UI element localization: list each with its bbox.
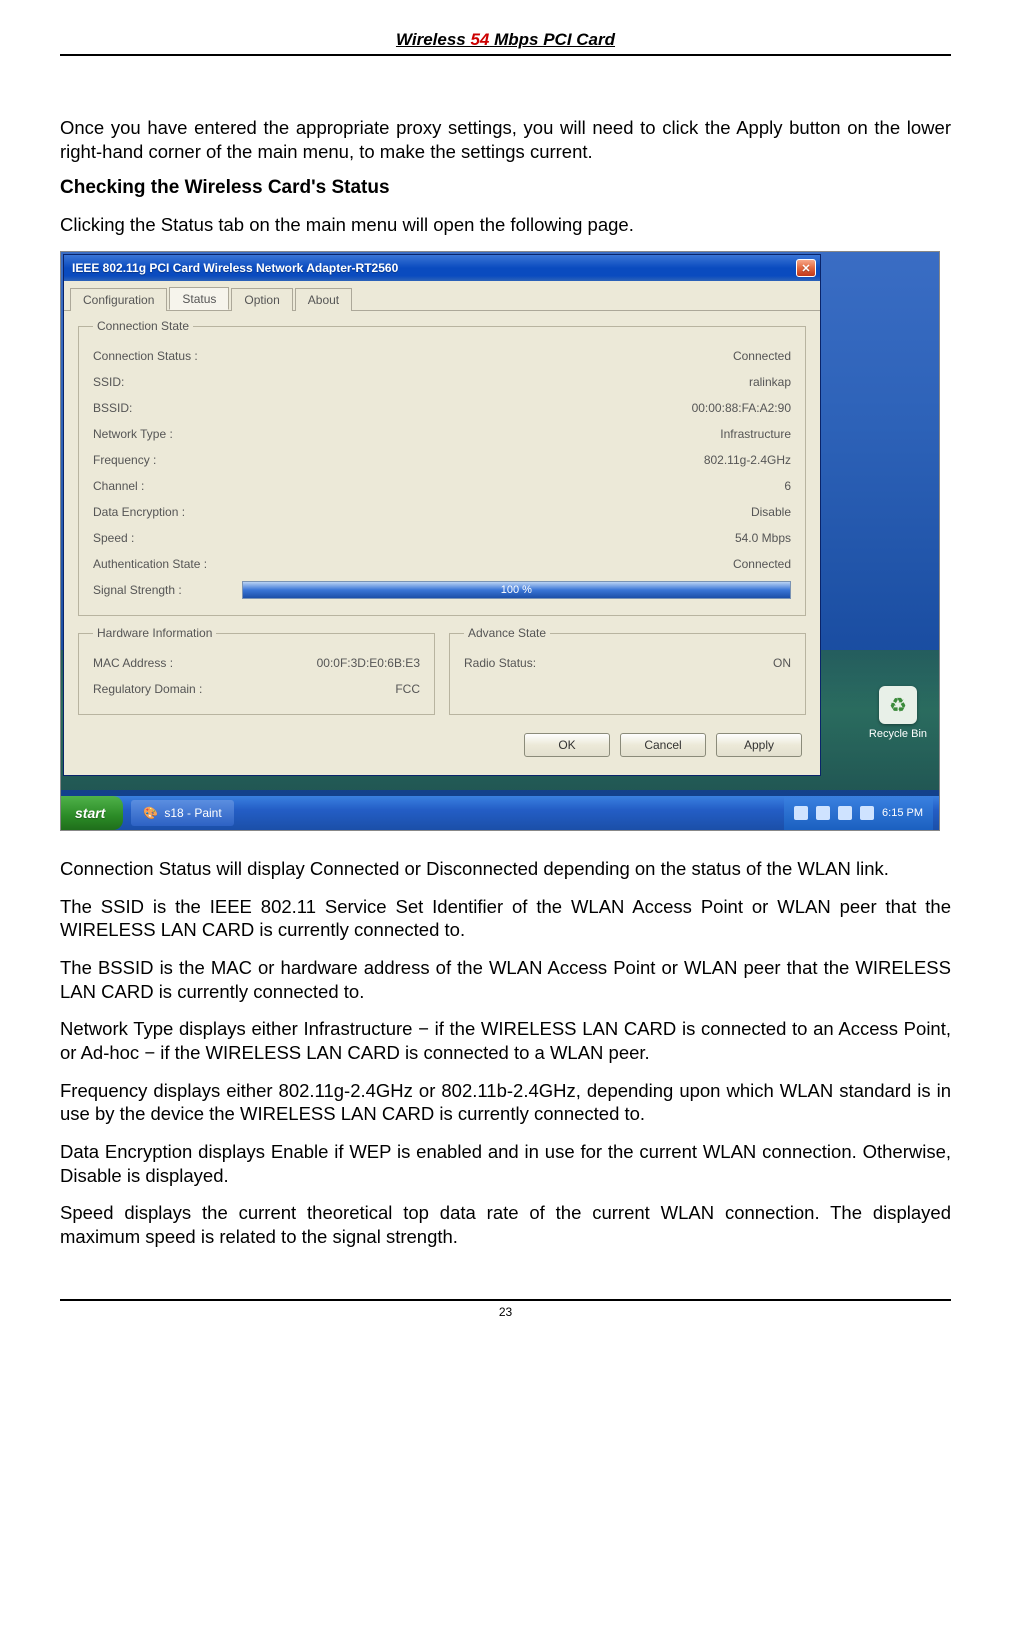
cancel-button[interactable]: Cancel: [620, 733, 706, 757]
status-row: BSSID: 00:00:88:FA:A2:90: [93, 395, 791, 421]
dialog-button-row: OK Cancel Apply: [78, 725, 806, 761]
tray-icon[interactable]: [794, 806, 808, 820]
status-label: SSID:: [93, 375, 124, 389]
status-label: Data Encryption :: [93, 505, 185, 519]
status-row: Data Encryption : Disable: [93, 499, 791, 525]
hardware-label: MAC Address :: [93, 656, 173, 670]
status-dialog: IEEE 802.11g PCI Card Wireless Network A…: [63, 254, 821, 776]
tab-about[interactable]: About: [295, 288, 352, 311]
signal-strength-row: Signal Strength : 100 %: [93, 577, 791, 603]
hardware-value: 00:0F:3D:E0:6B:E3: [317, 656, 420, 670]
advance-row: Radio Status: ON: [464, 650, 791, 676]
status-row: Speed : 54.0 Mbps: [93, 525, 791, 551]
status-value: 6: [784, 479, 791, 493]
status-row: Network Type : Infrastructure: [93, 421, 791, 447]
advance-state-group: Advance State Radio Status:ON ..: [449, 626, 806, 715]
status-value: Connected: [733, 557, 791, 571]
hardware-info-legend: Hardware Information: [93, 626, 216, 640]
signal-strength-bar: 100 %: [242, 581, 791, 599]
system-tray[interactable]: 6:15 PM: [784, 796, 933, 830]
start-button[interactable]: start: [61, 796, 123, 830]
status-value: Connected: [733, 349, 791, 363]
recycle-bin-label: Recycle Bin: [869, 728, 927, 740]
paragraph-3: Connection Status will display Connected…: [60, 857, 951, 881]
status-value: 54.0 Mbps: [735, 531, 791, 545]
tab-configuration[interactable]: Configuration: [70, 288, 167, 311]
advance-value: ON: [773, 656, 791, 670]
paint-icon: 🎨: [143, 806, 158, 820]
status-row: Connection Status : Connected: [93, 343, 791, 369]
recycle-bin[interactable]: ♻ Recycle Bin: [869, 686, 927, 740]
header-54: 54: [470, 30, 489, 49]
dialog-title: IEEE 802.11g PCI Card Wireless Network A…: [72, 261, 398, 275]
status-value: Infrastructure: [720, 427, 791, 441]
document-footer: 23: [60, 1299, 951, 1319]
tray-icon[interactable]: [860, 806, 874, 820]
status-panel: Connection State Connection Status :Conn…: [64, 311, 820, 775]
tab-option[interactable]: Option: [231, 288, 292, 311]
status-label: Channel :: [93, 479, 144, 493]
taskbar-item-label: s18 - Paint: [164, 806, 221, 820]
status-value: 00:00:88:FA:A2:90: [692, 401, 791, 415]
status-label: Frequency :: [93, 453, 156, 467]
paragraph-5: The BSSID is the MAC or hardware address…: [60, 956, 951, 1003]
screenshot-figure: ♻ Recycle Bin IEEE 802.11g PCI Card Wire…: [60, 251, 940, 831]
advance-state-legend: Advance State: [464, 626, 550, 640]
dialog-titlebar[interactable]: IEEE 802.11g PCI Card Wireless Network A…: [64, 255, 820, 281]
status-row: SSID: ralinkap: [93, 369, 791, 395]
paragraph-7: Frequency displays either 802.11g-2.4GHz…: [60, 1079, 951, 1126]
tray-icon[interactable]: [838, 806, 852, 820]
paragraph-9: Speed displays the current theoretical t…: [60, 1201, 951, 1248]
tray-icon[interactable]: [816, 806, 830, 820]
status-label: BSSID:: [93, 401, 132, 415]
paragraph-8: Data Encryption displays Enable if WEP i…: [60, 1140, 951, 1187]
status-label: Speed :: [93, 531, 134, 545]
close-button[interactable]: ✕: [796, 259, 816, 277]
tab-bar: Configuration Status Option About: [64, 281, 820, 311]
paragraph-6: Network Type displays either Infrastruct…: [60, 1017, 951, 1064]
status-value: ralinkap: [749, 375, 791, 389]
hardware-row: MAC Address : 00:0F:3D:E0:6B:E3: [93, 650, 420, 676]
signal-strength-value: 100 %: [501, 584, 532, 596]
status-value: Disable: [751, 505, 791, 519]
advance-label: Radio Status:: [464, 656, 536, 670]
recycle-bin-icon: ♻: [879, 686, 917, 724]
header-pre: Wireless: [396, 30, 471, 49]
ok-button[interactable]: OK: [524, 733, 610, 757]
paragraph-1: Once you have entered the appropriate pr…: [60, 116, 951, 163]
connection-state-legend: Connection State: [93, 319, 193, 333]
header-post: Mbps PCI Card: [489, 30, 615, 49]
connection-state-group: Connection State Connection Status :Conn…: [78, 319, 806, 616]
close-icon: ✕: [801, 262, 810, 275]
status-value: 802.11g-2.4GHz: [704, 453, 791, 467]
subheading-1: Checking the Wireless Card's Status: [60, 177, 951, 199]
taskbar: start 🎨 s18 - Paint 6:15 PM: [61, 796, 939, 830]
tray-clock: 6:15 PM: [882, 807, 923, 819]
start-label: start: [75, 805, 105, 821]
document-header: Wireless 54 Mbps PCI Card: [60, 30, 951, 56]
hardware-info-group: Hardware Information MAC Address : 00:0F:…: [78, 626, 435, 715]
taskbar-item-paint[interactable]: 🎨 s18 - Paint: [131, 800, 233, 826]
page-number: 23: [499, 1305, 512, 1319]
tab-status[interactable]: Status: [169, 287, 229, 310]
paragraph-4: The SSID is the IEEE 802.11 Service Set …: [60, 895, 951, 942]
hardware-value: FCC: [395, 682, 420, 696]
hardware-row: Regulatory Domain : FCC: [93, 676, 420, 702]
status-row: Frequency : 802.11g-2.4GHz: [93, 447, 791, 473]
paragraph-2: Clicking the Status tab on the main menu…: [60, 213, 951, 237]
apply-button[interactable]: Apply: [716, 733, 802, 757]
status-row: Channel : 6: [93, 473, 791, 499]
signal-strength-label: Signal Strength :: [93, 583, 182, 597]
status-label: Authentication State :: [93, 557, 207, 571]
status-row: Authentication State : Connected: [93, 551, 791, 577]
status-label: Connection Status :: [93, 349, 198, 363]
hardware-label: Regulatory Domain :: [93, 682, 202, 696]
status-label: Network Type :: [93, 427, 173, 441]
